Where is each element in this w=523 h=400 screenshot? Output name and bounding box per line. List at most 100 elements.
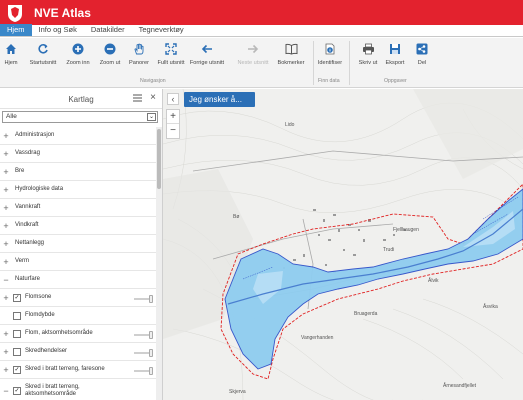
layer-item[interactable]: + Vassdrag bbox=[0, 145, 156, 163]
layer-item[interactable]: − ✓ Skred i bratt terreng, aktsomhetsområd… bbox=[0, 379, 156, 400]
map-label: Bruagerda bbox=[354, 311, 378, 317]
layer-expander[interactable]: + bbox=[1, 221, 11, 231]
group-label-navigation: Navigasjon bbox=[140, 78, 166, 84]
layer-checkbox[interactable]: ✓ bbox=[13, 365, 21, 374]
slider-handle[interactable] bbox=[149, 330, 153, 339]
layer-item[interactable]: + Vannkraft bbox=[0, 199, 156, 217]
tab-tegneverktoy[interactable]: Tegneverktøy bbox=[132, 24, 191, 36]
layer-item[interactable]: + Administrasjon bbox=[0, 127, 156, 145]
group-label-oppgaver: Oppgaver bbox=[384, 78, 407, 84]
layer-expander[interactable]: + bbox=[1, 365, 11, 375]
map-label: Trudi bbox=[383, 247, 395, 253]
map-label: Åsvika bbox=[483, 304, 498, 310]
app-header: NVE Atlas bbox=[0, 0, 523, 25]
identify-button[interactable]: Identifiser bbox=[311, 42, 349, 66]
export-icon bbox=[388, 42, 402, 56]
layer-expander[interactable]: + bbox=[1, 131, 11, 141]
layer-checkbox[interactable] bbox=[13, 329, 21, 338]
app-title: NVE Atlas bbox=[34, 5, 91, 20]
nve-logo[interactable] bbox=[4, 2, 26, 24]
layer-item[interactable]: + Verm bbox=[0, 253, 156, 271]
map-label: Ålvik bbox=[428, 278, 439, 284]
layer-checkbox[interactable] bbox=[13, 347, 21, 356]
layer-label: Administrasjon bbox=[15, 132, 55, 138]
menu-icon[interactable] bbox=[133, 94, 142, 104]
layer-item[interactable]: + ✓ Skred i bratt terreng, faresone bbox=[0, 361, 156, 379]
map-view[interactable]: Lido Ålvik Bruagerda Åsvika Vangerhanden… bbox=[163, 89, 523, 400]
start-extent-button[interactable]: Startutsnitt bbox=[24, 42, 62, 66]
slider-handle[interactable] bbox=[149, 366, 153, 375]
layer-item[interactable]: + Flom, aktsomhetsområde bbox=[0, 325, 156, 343]
layer-expander[interactable]: + bbox=[1, 257, 11, 267]
layer-panel-scrollbar[interactable] bbox=[156, 127, 162, 400]
map-zoom-in-button[interactable]: + bbox=[167, 110, 179, 124]
map-label: Fjellhaugen bbox=[393, 227, 419, 233]
i-want-to-button[interactable]: Jeg ønsker å... bbox=[184, 92, 255, 107]
layer-item[interactable]: + Skredhendelser bbox=[0, 343, 156, 361]
layer-panel: Kartlag × Alle ⌄ + Administrasjon + Vassdra… bbox=[0, 89, 163, 400]
layer-expander[interactable]: + bbox=[1, 239, 11, 249]
slider-handle[interactable] bbox=[149, 294, 153, 303]
hand-icon bbox=[132, 42, 146, 56]
layer-expander[interactable]: + bbox=[1, 167, 11, 177]
layer-expander[interactable]: + bbox=[1, 149, 11, 159]
opacity-slider[interactable] bbox=[134, 330, 153, 339]
layer-expander[interactable]: + bbox=[1, 203, 11, 213]
arrow-left-icon bbox=[200, 42, 214, 56]
scrollbar-thumb[interactable] bbox=[157, 129, 161, 189]
layer-expander[interactable]: − bbox=[1, 275, 11, 285]
close-icon[interactable]: × bbox=[150, 92, 156, 103]
zoom-out-icon bbox=[103, 42, 117, 56]
layer-label: Vassdrag bbox=[15, 150, 40, 156]
bookmarks-button[interactable]: Bokmerker bbox=[272, 42, 310, 66]
layer-panel-header: Kartlag × bbox=[0, 89, 162, 109]
layer-checkbox[interactable] bbox=[13, 311, 21, 320]
layer-label: Flomsone bbox=[25, 294, 52, 300]
tab-info-og-sok[interactable]: Info og Søk bbox=[32, 24, 84, 36]
book-icon bbox=[284, 42, 298, 56]
layer-item[interactable]: + Hydrologiske data bbox=[0, 181, 156, 199]
group-label-finn-data: Finn data bbox=[318, 78, 340, 84]
chevron-down-icon: ⌄ bbox=[147, 113, 156, 121]
map-label: Lido bbox=[285, 122, 295, 128]
layer-expander[interactable]: + bbox=[1, 293, 11, 303]
layer-expander[interactable]: + bbox=[1, 347, 11, 357]
map-zoom-out-button[interactable]: − bbox=[167, 124, 179, 138]
layer-checkbox[interactable]: ✓ bbox=[13, 293, 21, 302]
slider-handle[interactable] bbox=[149, 348, 153, 357]
layer-item[interactable]: + Vindkraft bbox=[0, 217, 156, 235]
tab-hjem[interactable]: Hjem bbox=[0, 24, 32, 36]
layer-expander[interactable]: − bbox=[1, 386, 11, 396]
opacity-slider[interactable] bbox=[134, 348, 153, 357]
layer-label: Bre bbox=[15, 168, 25, 174]
print-icon bbox=[361, 42, 375, 56]
layer-label: Naturfare bbox=[15, 276, 41, 282]
layer-list: + Administrasjon + Vassdrag + Bre + Hydrologisk… bbox=[0, 127, 156, 400]
layer-label: Flomdybde bbox=[25, 312, 55, 318]
layer-expander[interactable]: + bbox=[1, 329, 11, 339]
layer-label: Flom, aktsomhetsområde bbox=[25, 330, 93, 336]
opacity-slider[interactable] bbox=[134, 366, 153, 375]
next-extent-button[interactable]: Neste utsnitt bbox=[234, 42, 272, 66]
map-canvas[interactable] bbox=[163, 89, 523, 400]
ribbon-toolbar: Hjem Startutsnitt Zoom inn Zoom ut Panor… bbox=[0, 38, 523, 88]
collapse-panel-button[interactable]: ‹ bbox=[167, 93, 179, 105]
map-label: Vangerhanden bbox=[301, 335, 334, 341]
layer-filter-select[interactable]: Alle ⌄ bbox=[2, 111, 158, 123]
layer-item[interactable]: − Naturfare bbox=[0, 271, 156, 289]
opacity-slider[interactable] bbox=[134, 294, 153, 303]
refresh-icon bbox=[36, 42, 50, 56]
layer-item[interactable]: + ✓ Flomsone bbox=[0, 289, 156, 307]
layer-item[interactable]: + Nettanlegg bbox=[0, 235, 156, 253]
tab-datakilder[interactable]: Datakilder bbox=[84, 24, 132, 36]
layer-item[interactable]: Flomdybde bbox=[0, 307, 156, 325]
layer-label: Skred i bratt terreng, aktsomhetsområde bbox=[25, 383, 80, 397]
map-label: Skjerva bbox=[229, 389, 246, 395]
previous-extent-button[interactable]: Forrige utsnitt bbox=[188, 42, 226, 66]
full-extent-icon bbox=[164, 42, 178, 56]
layer-checkbox[interactable]: ✓ bbox=[13, 386, 21, 395]
layer-expander[interactable]: + bbox=[1, 185, 11, 195]
share-button[interactable]: Del bbox=[403, 42, 441, 66]
layer-item[interactable]: + Bre bbox=[0, 163, 156, 181]
full-extent-button[interactable]: Fullt utsnitt bbox=[152, 42, 190, 66]
